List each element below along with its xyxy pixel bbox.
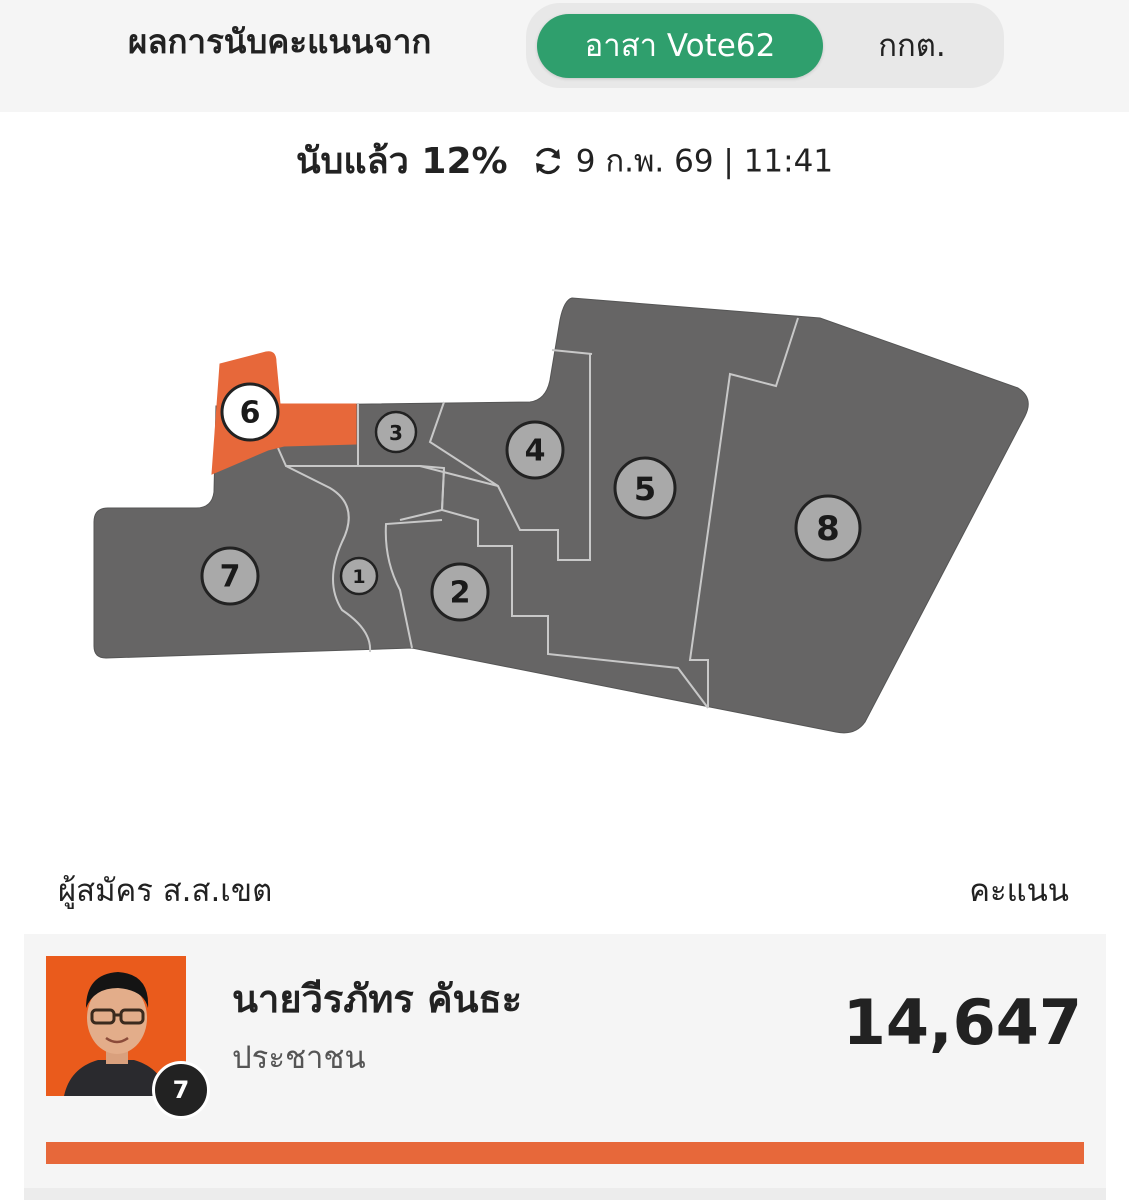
district-label-2: 2 [450, 576, 471, 611]
district-label-7: 7 [220, 560, 241, 595]
source-toggle: อาสา Vote62 กกต. [526, 3, 1004, 88]
refresh-icon[interactable] [531, 144, 565, 178]
district-marker-3[interactable]: 3 [374, 410, 418, 454]
district-marker-5[interactable]: 5 [613, 456, 677, 520]
candidate-row[interactable]: 7 นายวีรภัทร คันธะ ประชาชน 14,647 [24, 934, 1106, 1200]
district-marker-6[interactable]: 6 [220, 382, 280, 442]
district-marker-2[interactable]: 2 [430, 562, 490, 622]
candidate-number-badge: 7 [152, 1061, 210, 1119]
district-label-8: 8 [816, 509, 840, 549]
counted-percent: นับแล้ว 12% [295, 141, 508, 182]
votes-column-header: คะแนน [969, 873, 1069, 909]
district-label-1: 1 [352, 566, 365, 588]
vote-bar-track [46, 1142, 1084, 1164]
district-marker-4[interactable]: 4 [505, 420, 565, 480]
district-marker-1[interactable]: 1 [339, 556, 379, 596]
toggle-option-vote62[interactable]: อาสา Vote62 [537, 14, 823, 78]
count-status: นับแล้ว 12% 9 ก.พ. 69 | 11:41 [0, 132, 1129, 184]
source-header: ผลการนับคะแนนจาก อาสา Vote62 กกต. [0, 0, 1129, 112]
district-label-4: 4 [525, 434, 546, 469]
district-label-3: 3 [389, 421, 403, 445]
election-results-page: ผลการนับคะแนนจาก อาสา Vote62 กกต. นับแล้… [0, 0, 1129, 1200]
update-timestamp: 9 ก.พ. 69 | 11:41 [575, 143, 834, 180]
district-label-6: 6 [240, 396, 261, 431]
district-marker-8[interactable]: 8 [794, 494, 862, 562]
next-candidate-row[interactable] [24, 1188, 1106, 1200]
district-marker-7[interactable]: 7 [200, 546, 260, 606]
source-label: ผลการนับคะแนนจาก [128, 22, 432, 61]
toggle-option-ect[interactable]: กกต. [832, 14, 992, 78]
candidate-votes: 14,647 [842, 986, 1082, 1059]
district-map: 6 3 4 5 8 7 1 2 [0, 270, 1129, 750]
candidate-party: ประชาชน [232, 1040, 366, 1076]
candidate-column-header: ผู้สมัคร ส.ส.เขต [58, 873, 273, 909]
district-label-5: 5 [634, 470, 656, 508]
vote-bar-fill [46, 1142, 1084, 1164]
candidate-name: นายวีรภัทร คันธะ [232, 977, 523, 1021]
